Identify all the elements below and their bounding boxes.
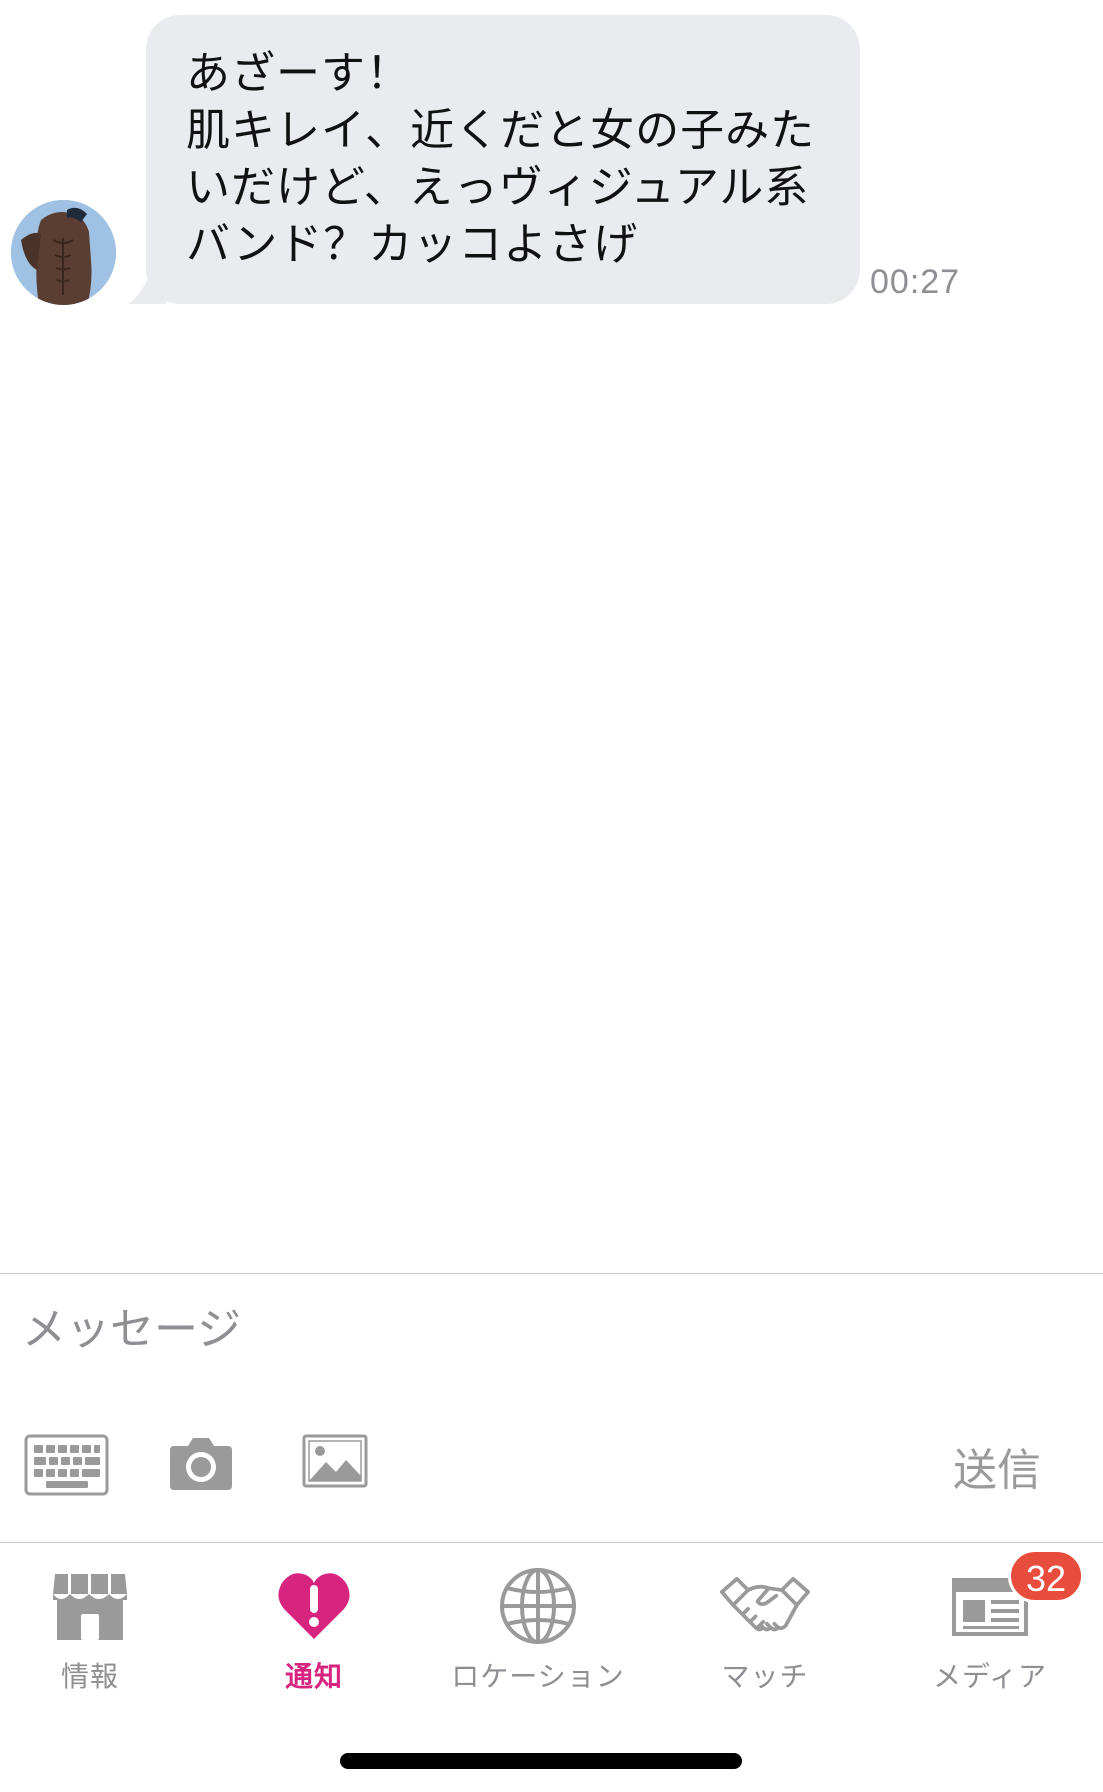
tab-notify[interactable]: 通知 xyxy=(214,1561,414,1693)
message-composer: 送信 xyxy=(0,1273,1103,1543)
store-icon xyxy=(45,1561,135,1651)
image-icon xyxy=(302,1434,368,1488)
message-bubble[interactable]: あざーす！ 肌キレイ、近くだと女の子みた いだけど、えっヴィジュアル系 バンド？… xyxy=(146,15,860,304)
camera-icon xyxy=(170,1438,232,1490)
keyboard-button[interactable] xyxy=(24,1434,109,1496)
message-row: あざーす！ 肌キレイ、近くだと女の子みた いだけど、えっヴィジュアル系 バンド？… xyxy=(0,0,1103,320)
heart-alert-icon xyxy=(269,1561,359,1651)
message-timestamp: 00:27 xyxy=(870,263,961,301)
globe-icon xyxy=(493,1561,583,1651)
tab-label: 情報 xyxy=(60,1660,119,1693)
keyboard-icon xyxy=(24,1434,109,1496)
image-button[interactable] xyxy=(302,1434,368,1488)
user-avatar[interactable] xyxy=(11,200,116,305)
avatar-photo-icon xyxy=(11,200,116,305)
message-input[interactable] xyxy=(22,1294,902,1364)
tab-label: 通知 xyxy=(284,1660,343,1693)
tab-label: マッチ xyxy=(721,1660,809,1693)
message-text: あざーす！ 肌キレイ、近くだと女の子みた いだけど、えっヴィジュアル系 バンド？… xyxy=(186,48,816,270)
tab-location[interactable]: ロケーション xyxy=(438,1561,638,1693)
tab-match[interactable]: マッチ xyxy=(665,1561,865,1693)
camera-button[interactable] xyxy=(168,1434,234,1492)
notification-badge: 32 xyxy=(1008,1549,1084,1603)
tab-info[interactable]: 情報 xyxy=(0,1561,190,1693)
chat-area[interactable]: あざーす！ 肌キレイ、近くだと女の子みた いだけど、えっヴィジュアル系 バンド？… xyxy=(0,0,1103,1273)
tab-media[interactable]: 32 メディア xyxy=(890,1549,1090,1693)
tab-bar: 情報 通知 ロケーション マッチ 32 メディア xyxy=(0,1543,1103,1713)
handshake-icon xyxy=(720,1561,810,1651)
tab-label: ロケーション xyxy=(451,1660,625,1693)
tab-label: メディア xyxy=(932,1660,1048,1693)
send-button[interactable]: 送信 xyxy=(953,1434,1041,1498)
home-indicator[interactable] xyxy=(340,1753,742,1769)
